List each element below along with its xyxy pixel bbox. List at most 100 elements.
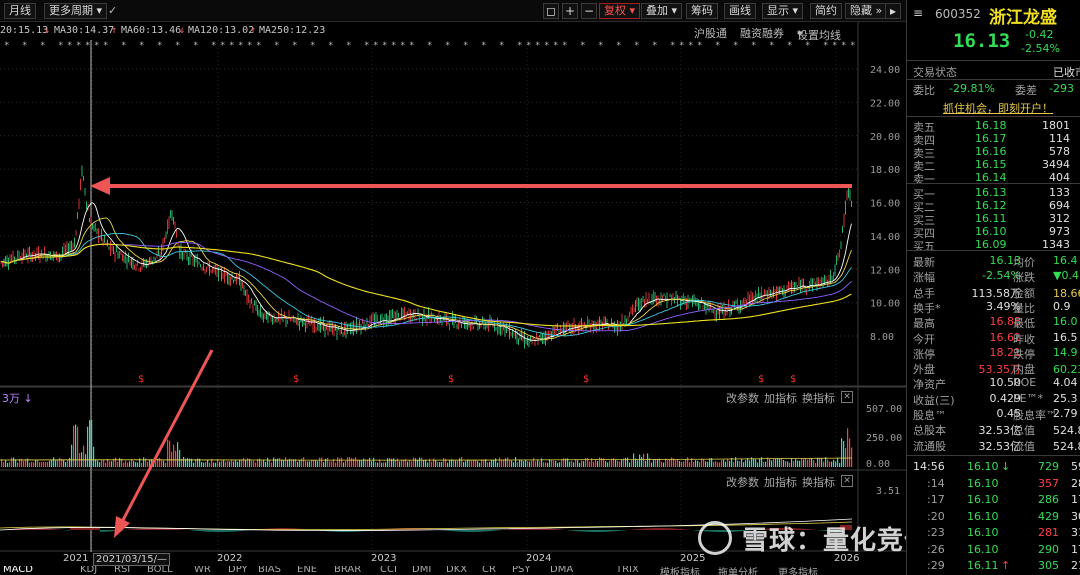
volume-bar	[285, 457, 287, 467]
ask-row[interactable]: 卖二 16.15 3494	[913, 158, 1080, 173]
volume-bar	[233, 461, 235, 467]
volume-bar	[67, 460, 69, 467]
volume-bar	[667, 460, 669, 467]
indicator-tab[interactable]: ENE	[297, 566, 317, 575]
kline-chart[interactable]: * * * * * * * * * * * * * * * * * * * * * * * * * * * * * * * * * * * * * * * *…	[0, 0, 906, 552]
volume-bar	[377, 462, 379, 467]
indicator-tab[interactable]: BIAS	[258, 566, 281, 575]
volume-bar	[513, 462, 515, 467]
volume-bar	[609, 460, 611, 467]
volume-bar	[313, 459, 315, 467]
indicator-tab[interactable]: RSI	[114, 566, 130, 575]
tick-time: :29	[927, 559, 945, 572]
price-tick-label: 24.00	[870, 65, 900, 76]
volume-bar	[799, 460, 801, 467]
volume-bar	[645, 460, 647, 467]
indicator-tab[interactable]: 拖单分析	[718, 566, 758, 575]
volume-bar	[841, 438, 843, 467]
ask-row[interactable]: 卖五 16.18 1801	[913, 119, 1080, 134]
star-marker: *	[274, 41, 279, 51]
volume-tick-label: 0.00	[866, 459, 890, 470]
indicator-tab[interactable]: CCI	[380, 566, 397, 575]
volume-swap-indicator[interactable]: 换指标	[802, 390, 835, 406]
volume-bar	[633, 453, 635, 467]
ask-row[interactable]: 卖三 16.16 578	[913, 145, 1080, 160]
volume-title-text: 3万	[2, 392, 20, 405]
tick-time: :17	[927, 493, 945, 506]
quote-label: 涨跌	[1013, 271, 1035, 285]
indicator-tab[interactable]: WR	[194, 566, 211, 575]
ask-volume: 1801	[1042, 119, 1070, 132]
indicator-tab[interactable]: CR	[482, 566, 496, 575]
indicator-tab[interactable]: TRIX	[616, 566, 639, 575]
volume-bar	[657, 458, 659, 467]
volume-bar	[821, 457, 823, 467]
volume-bar	[159, 457, 161, 467]
volume-bar	[205, 462, 207, 467]
close-icon[interactable]: ✕	[841, 475, 853, 487]
menu-icon[interactable]: ≡	[913, 6, 923, 20]
volume-bar	[69, 457, 71, 467]
bid-row[interactable]: 买一 16.13 133	[913, 186, 1080, 201]
bid-row[interactable]: 买二 16.12 694	[913, 199, 1080, 214]
indicator-tab[interactable]: DKX	[446, 566, 467, 575]
volume-bar	[725, 461, 727, 467]
tick-time: :26	[927, 542, 945, 556]
volume-bar	[813, 460, 815, 467]
volume-bar	[409, 460, 411, 467]
volume-bar	[827, 459, 829, 467]
star-marker: *	[76, 41, 81, 51]
star-marker: *	[751, 41, 756, 51]
indicator-tab[interactable]: DMI	[412, 566, 431, 575]
event-marker: $	[448, 374, 454, 385]
quote-label: 最低	[1013, 317, 1035, 331]
close-icon[interactable]: ✕	[841, 391, 853, 403]
indicator-tab[interactable]: DMA	[550, 566, 573, 575]
volume-bar	[243, 457, 245, 467]
volume-edit-params[interactable]: 改参数	[726, 390, 759, 406]
ask-row[interactable]: 卖四 16.17 114	[913, 132, 1080, 147]
volume-add-indicator[interactable]: 加指标	[764, 390, 797, 406]
indicator-tab[interactable]: BRAR	[334, 566, 361, 575]
volume-bar	[471, 460, 473, 467]
indicator-tab[interactable]: BOLL	[147, 566, 173, 575]
volume-bar	[775, 458, 777, 467]
volume-bar	[283, 459, 285, 467]
volume-bar	[781, 457, 783, 467]
volume-bar	[653, 458, 655, 467]
open-account-promo[interactable]: 抓住机会，即刻开户！	[943, 100, 1053, 116]
bid-row[interactable]: 买四 16.10 973	[913, 225, 1080, 240]
volume-bar	[423, 460, 425, 467]
macd-add-indicator[interactable]: 加指标	[764, 474, 797, 490]
indicator-tab[interactable]: 模板指标	[660, 566, 700, 575]
volume-bar	[759, 458, 761, 467]
volume-bar	[327, 457, 329, 467]
quote-label: 净资产	[913, 378, 946, 392]
indicator-tab[interactable]: PSY	[512, 566, 531, 575]
indicator-tab[interactable]: KDJ	[80, 566, 97, 575]
volume-bar	[255, 462, 257, 467]
event-markers: $ $ $ $ $ $	[138, 374, 796, 385]
ask-price: 16.15	[975, 158, 1007, 171]
volume-bar	[351, 458, 353, 467]
volume-bar	[693, 461, 695, 467]
volume-bar	[135, 462, 137, 467]
volume-bar	[267, 457, 269, 467]
volume-bar	[845, 448, 847, 467]
bid-row[interactable]: 买三 16.11 312	[913, 212, 1080, 227]
up-arrow-icon: ↑	[1001, 559, 1011, 572]
down-arrow-icon: ↓	[23, 392, 33, 405]
macd-edit-params[interactable]: 改参数	[726, 474, 759, 490]
volume-bar	[141, 462, 143, 467]
star-marker: *	[400, 41, 405, 51]
volume-bar	[641, 457, 643, 467]
macd-swap-indicator[interactable]: 换指标	[802, 474, 835, 490]
quote-label: PE™*	[1013, 391, 1044, 405]
indicator-tab[interactable]: DPY	[228, 566, 248, 575]
volume-bar	[77, 426, 79, 467]
volume-bar	[607, 462, 609, 467]
indicator-tab[interactable]: MACD	[3, 566, 33, 575]
star-marker: *	[544, 41, 549, 51]
indicator-tab[interactable]: 更多指标	[778, 566, 818, 575]
volume-bar	[629, 462, 631, 467]
